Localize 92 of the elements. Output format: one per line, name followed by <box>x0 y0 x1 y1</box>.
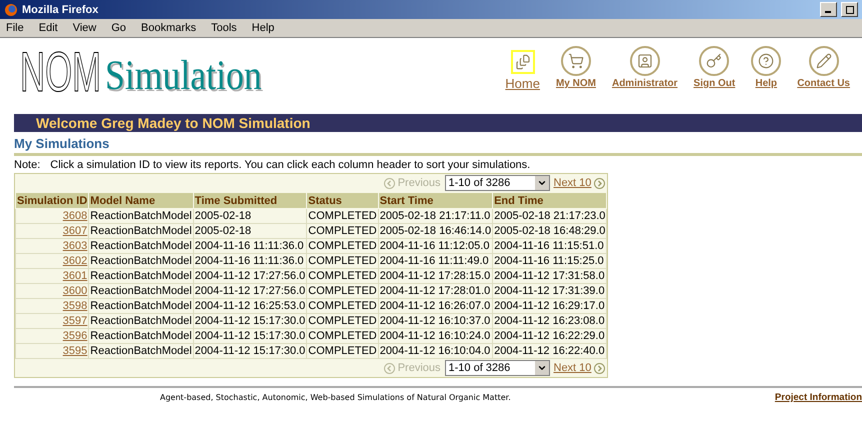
range-dropdown[interactable]: 1-10 of 3286 <box>444 175 550 191</box>
table-cell: 2004-11-12 16:26:07.0 <box>378 298 493 314</box>
table-cell: 2004-11-12 16:22:29.0 <box>492 328 607 344</box>
table-cell: 2005-02-18 21:17:11.0 <box>378 208 493 224</box>
next-link[interactable]: Next 10 <box>554 177 606 189</box>
help-icon <box>758 53 774 69</box>
table-cell: ReactionBatchModel <box>88 208 194 224</box>
table-cell: ReactionBatchModel <box>88 268 194 284</box>
maximize-button[interactable] <box>841 2 858 17</box>
table-cell: 2004-11-12 16:29:17.0 <box>492 298 607 314</box>
table-cell: 2004-11-12 17:28:15.0 <box>378 268 493 284</box>
table-cell: COMPLETED <box>306 254 378 268</box>
menu-item[interactable]: View <box>72 22 96 34</box>
nav-link[interactable]: Sign Out <box>686 46 744 91</box>
table-cell: 2004-11-12 15:17:30.0 <box>193 314 307 328</box>
table-cell: COMPLETED <box>306 344 378 358</box>
table-cell: COMPLETED <box>306 298 378 314</box>
next-link[interactable]: Next 10 <box>554 362 606 374</box>
menu-item[interactable]: Help <box>252 22 274 34</box>
table-cell: ReactionBatchModel <box>88 298 194 314</box>
window-title: Mozilla Firefox <box>22 4 100 16</box>
table-cell: ReactionBatchModel <box>88 284 194 298</box>
menu-item[interactable]: Go <box>111 22 126 34</box>
table-cell: 2004-11-12 16:25:53.0 <box>193 298 307 314</box>
table-cell: 2004-11-12 17:27:56.0 <box>193 268 307 284</box>
project-information-link[interactable]: Project Information <box>774 392 862 403</box>
nav-link[interactable]: My NOM <box>548 46 604 91</box>
nav-link[interactable]: Home <box>497 50 548 91</box>
maximize-icon <box>846 6 854 14</box>
browser-logo-icon <box>4 2 18 16</box>
column-header[interactable]: Model Name <box>88 192 194 208</box>
table-cell: 2004-11-12 17:31:39.0 <box>492 284 607 298</box>
table-cell: 2004-11-16 11:12:05.0 <box>378 238 493 254</box>
logo-outline-text: NOM <box>20 44 101 100</box>
table-cell: 2004-11-12 15:17:30.0 <box>193 344 307 358</box>
range-dropdown[interactable]: 1-10 of 3286 <box>444 360 550 376</box>
cart-icon <box>568 53 584 69</box>
logo-text: Simulation <box>104 52 262 100</box>
table-cell: ReactionBatchModel <box>88 224 194 238</box>
nav-link[interactable]: Administrator <box>604 46 686 91</box>
table-cell: 2004-11-12 16:23:08.0 <box>492 314 607 328</box>
column-header[interactable]: Time Submitted <box>193 192 307 208</box>
footer-text: Agent-based, Stochastic, Autonomic, Web-based Simulations of Natural Organic Matter. <box>160 392 511 403</box>
table-cell: 2005-02-18 <box>193 224 307 238</box>
table-cell: 2005-02-18 21:17:23.0 <box>492 208 607 224</box>
table-cell: 2004-11-12 17:27:56.0 <box>193 284 307 298</box>
nav-link[interactable]: Help <box>743 46 790 91</box>
welcome-banner: Welcome Greg Madey to NOM Simulation <box>14 114 862 132</box>
table-cell: 2005-02-18 <box>193 208 307 224</box>
table-cell: COMPLETED <box>306 314 378 328</box>
menu-item[interactable]: Tools <box>211 22 237 34</box>
table-cell: ReactionBatchModel <box>88 344 194 358</box>
table-cell: 2004-11-16 11:15:25.0 <box>492 254 607 268</box>
table-cell: ReactionBatchModel <box>88 254 194 268</box>
documents-icon <box>514 54 531 70</box>
menu-item[interactable]: File <box>6 22 24 34</box>
table-cell: ReactionBatchModel <box>88 314 194 328</box>
table-cell: 2004-11-12 15:17:30.0 <box>193 328 307 344</box>
column-header[interactable]: End Time <box>492 192 607 208</box>
table-cell: 2004-11-12 16:10:24.0 <box>378 328 493 344</box>
table-cell: ReactionBatchModel <box>88 238 194 254</box>
table-cell: 2004-11-16 11:15:51.0 <box>492 238 607 254</box>
note-label: Note: <box>14 159 40 171</box>
table-cell: COMPLETED <box>306 268 378 284</box>
table-cell: 2004-11-12 16:22:40.0 <box>492 344 607 358</box>
table-cell: 2004-11-16 11:11:36.0 <box>193 238 307 254</box>
menu-item[interactable]: Edit <box>38 22 58 34</box>
menu-item[interactable]: Bookmarks <box>141 22 196 34</box>
table-cell: 2004-11-16 11:11:49.0 <box>378 254 493 268</box>
table-cell: 2004-11-12 16:10:04.0 <box>378 344 493 358</box>
table-cell: 2004-11-16 11:11:36.0 <box>193 254 307 268</box>
table-cell: COMPLETED <box>306 284 378 298</box>
pencil-icon <box>816 53 832 69</box>
table-cell: 2004-11-12 16:10:37.0 <box>378 314 493 328</box>
table-cell: COMPLETED <box>306 208 378 224</box>
table-cell: COMPLETED <box>306 238 378 254</box>
table-cell: COMPLETED <box>306 224 378 238</box>
table-cell: 2004-11-12 17:31:58.0 <box>492 268 607 284</box>
table-cell: COMPLETED <box>306 328 378 344</box>
minimize-button[interactable] <box>820 2 837 17</box>
section-title: My Simulations <box>14 136 862 156</box>
note-text: Click a simulation ID to view its reports. You can click each column header to sort your simulations. <box>50 159 530 171</box>
table-cell: 2005-02-18 16:48:29.0 <box>492 224 607 238</box>
column-header[interactable]: Start Time <box>378 192 493 208</box>
column-header[interactable]: Status <box>306 192 378 208</box>
table-cell: 2004-11-12 17:28:01.0 <box>378 284 493 298</box>
column-header[interactable]: Simulation ID <box>16 192 89 208</box>
table-cell: 2005-02-18 16:46:14.0 <box>378 224 493 238</box>
table-cell: ReactionBatchModel <box>88 328 194 344</box>
nav-link[interactable]: Contact Us <box>789 46 858 91</box>
person-icon <box>636 53 653 69</box>
key-icon <box>706 53 722 69</box>
